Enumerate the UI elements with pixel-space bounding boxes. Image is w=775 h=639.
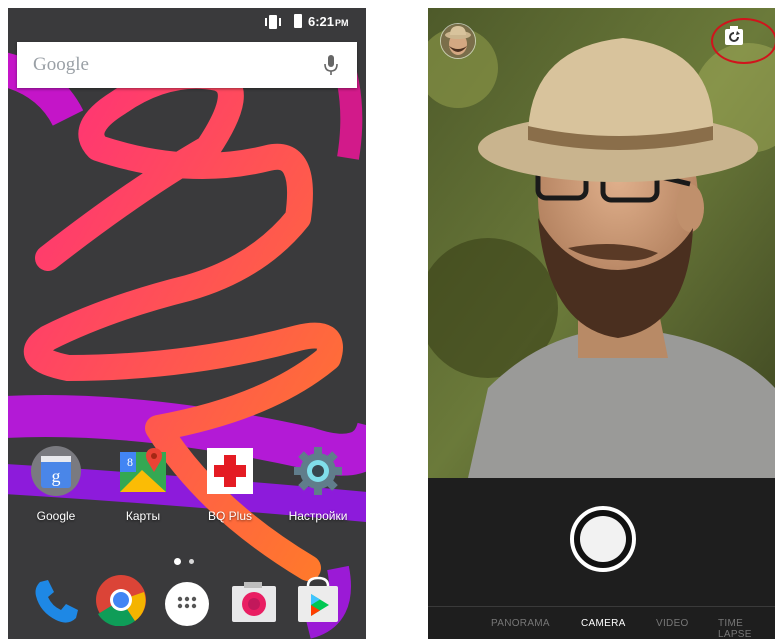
camera-viewfinder[interactable] — [428, 8, 775, 478]
camera-mode-bar: PANORAMA CAMERA VIDEO TIME LAPSE — [428, 618, 775, 639]
app-label: BQ Plus — [207, 509, 252, 523]
thumbnail-image — [441, 24, 475, 58]
chrome-icon[interactable] — [95, 574, 147, 626]
home-screen: 6:21PM Google g Google 8 Карты BQ Plus Н… — [8, 8, 366, 639]
battery-icon — [294, 14, 302, 28]
mode-panorama[interactable]: PANORAMA — [491, 618, 550, 629]
divider — [428, 606, 775, 607]
highlight-annotation — [711, 18, 775, 64]
search-brand: Google — [33, 54, 89, 75]
app-bq-plus[interactable]: BQ Plus — [190, 446, 270, 523]
app-label: Google — [36, 509, 76, 523]
camera-app-screen: PANORAMA CAMERA VIDEO TIME LAPSE — [428, 8, 775, 639]
settings-icon — [294, 447, 342, 495]
google-search-bar[interactable]: Google — [17, 42, 357, 88]
bq-plus-icon — [207, 448, 253, 494]
mode-time-lapse[interactable]: TIME LAPSE — [718, 618, 775, 639]
app-settings[interactable]: Настройки — [278, 446, 358, 523]
status-bar: 6:21PM — [8, 8, 366, 36]
shutter-button[interactable] — [570, 506, 636, 572]
svg-text:g: g — [52, 466, 61, 486]
vibrate-icon — [265, 15, 281, 29]
phone-icon[interactable] — [30, 576, 82, 628]
mode-camera[interactable]: CAMERA — [581, 618, 626, 629]
app-maps[interactable]: 8 Карты — [103, 446, 183, 523]
google-search-icon: g — [31, 446, 81, 496]
status-time: 6:21PM — [308, 14, 349, 29]
play-store-icon[interactable] — [292, 574, 344, 626]
mic-icon[interactable] — [323, 54, 339, 76]
app-label: Настройки — [288, 509, 348, 523]
shutter-button-inner — [580, 516, 626, 562]
mode-video[interactable]: VIDEO — [656, 618, 689, 629]
app-label: Карты — [125, 509, 161, 523]
camera-controls: PANORAMA CAMERA VIDEO TIME LAPSE — [428, 478, 775, 639]
camera-icon[interactable] — [228, 576, 280, 628]
svg-text:8: 8 — [127, 455, 133, 469]
app-drawer-icon[interactable] — [161, 578, 213, 630]
page-indicator — [174, 553, 202, 571]
maps-icon: 8 — [120, 448, 166, 492]
app-google[interactable]: g Google — [16, 446, 96, 523]
wallpaper — [8, 8, 366, 639]
last-photo-thumbnail[interactable] — [440, 23, 476, 59]
